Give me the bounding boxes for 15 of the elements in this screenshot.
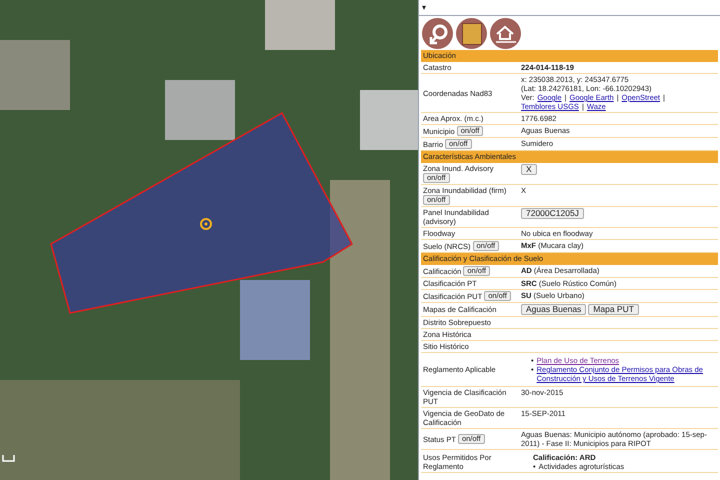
building-roof bbox=[360, 90, 418, 150]
caret-icon[interactable]: ▾ bbox=[422, 3, 426, 12]
building-roof bbox=[265, 0, 335, 50]
target-icon bbox=[200, 218, 212, 230]
share-icon[interactable] bbox=[422, 18, 453, 49]
map-button[interactable]: 72000C1205J bbox=[521, 208, 584, 219]
map-button[interactable]: Mapa PUT bbox=[588, 304, 639, 315]
scale-bar-icon bbox=[2, 455, 15, 462]
building-roof bbox=[165, 80, 235, 140]
parcel-outline[interactable] bbox=[50, 112, 353, 314]
logo-icon[interactable] bbox=[456, 18, 487, 49]
building-roof bbox=[0, 40, 70, 110]
map-button[interactable]: X bbox=[521, 164, 537, 175]
map-button[interactable]: Aguas Buenas bbox=[521, 304, 586, 315]
house-icon[interactable] bbox=[490, 18, 521, 49]
